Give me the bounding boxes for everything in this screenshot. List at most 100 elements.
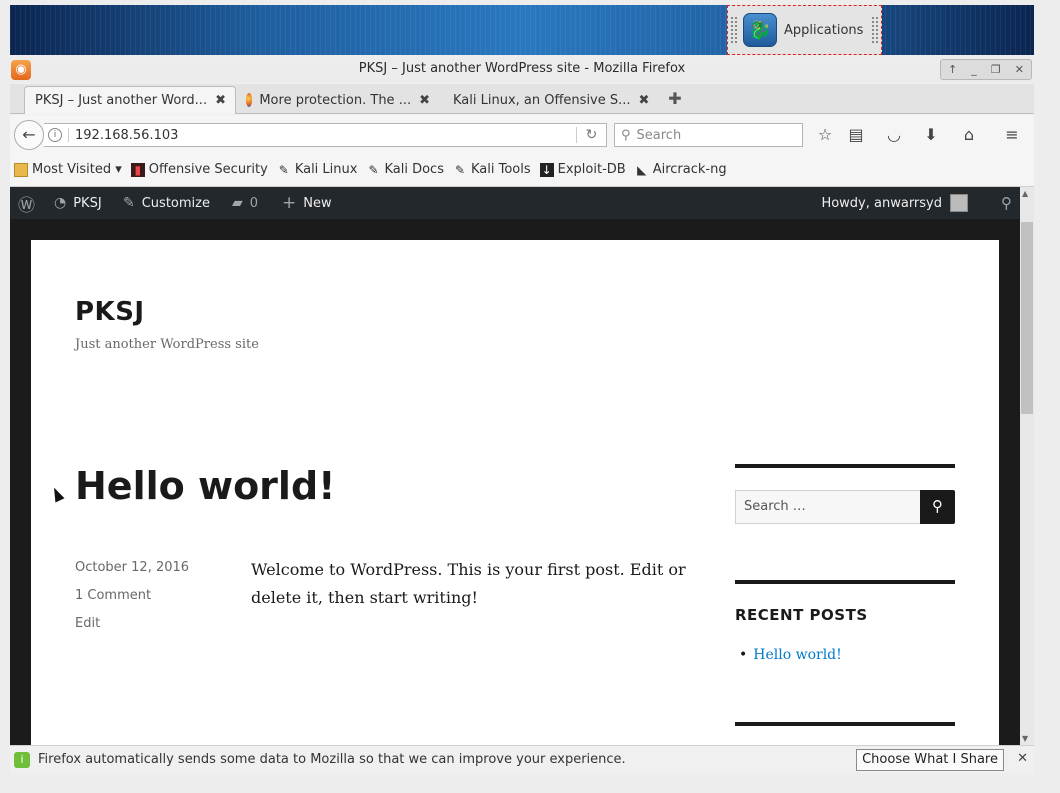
notification-bar: i Firefox automatically sends some data … [10, 745, 1034, 773]
bookmark-exploit-db[interactable]: ↓ Exploit-DB [539, 162, 626, 177]
wp-new-link[interactable]: + New [282, 187, 332, 219]
tab-close-icon[interactable]: ✖ [411, 93, 430, 108]
bookmark-label: Offensive Security [148, 162, 268, 177]
wp-customize-link[interactable]: ✎ Customize [123, 187, 210, 219]
window-titlebar: PKSJ – Just another WordPress site - Moz… [10, 57, 1034, 83]
recent-posts-heading: RECENT POSTS [735, 606, 868, 624]
page-viewport: Ⓦ ◔ PKSJ ✎ Customize ▰ 0 + New Howdy, an… [10, 187, 1020, 745]
bookmark-star-icon[interactable]: ☆ [814, 124, 836, 146]
bookmark-label: Most Visited ▾ [32, 162, 122, 177]
brush-icon: ✎ [123, 195, 135, 211]
applications-label: Applications [784, 22, 864, 38]
post-date[interactable]: October 12, 2016 [75, 560, 189, 575]
wp-account-menu[interactable]: Howdy, anwarrsyd [821, 187, 968, 219]
wp-comments-link[interactable]: ▰ 0 [232, 187, 258, 219]
comment-icon: ▰ [232, 195, 243, 211]
new-tab-icon[interactable]: ✚ [665, 88, 685, 110]
post-title[interactable]: Hello world! [75, 464, 335, 508]
bookmark-kali-tools[interactable]: ✎ Kali Tools [453, 162, 531, 177]
site-title[interactable]: PKSJ [75, 297, 145, 327]
wordpress-logo-icon[interactable]: Ⓦ [18, 187, 35, 219]
panel-grip [731, 17, 737, 43]
bullet-icon: • [739, 647, 748, 663]
kali-icon: ✎ [278, 162, 289, 177]
dashboard-icon: ◔ [54, 195, 67, 211]
bookmark-offensive-security[interactable]: ▮ Offensive Security [130, 162, 268, 177]
tab-close-icon[interactable]: ✖ [631, 93, 650, 108]
scroll-down-icon[interactable]: ▼ [1022, 734, 1028, 743]
bookmark-most-visited[interactable]: Most Visited ▾ [14, 162, 122, 177]
tab-pksj[interactable]: PKSJ – Just another Word... ✖ [24, 86, 236, 114]
kali-dragon-icon: 🐉 [743, 13, 777, 47]
downloads-icon[interactable]: ⬇ [920, 124, 942, 146]
wp-admin-bar: Ⓦ ◔ PKSJ ✎ Customize ▰ 0 + New Howdy, an… [10, 187, 1020, 219]
navigation-toolbar: ← i 192.168.56.103 ↻ ⚲ Search ☆ ▤ ◡ ⬇ ⌂ … [10, 115, 1034, 153]
search-submit-button[interactable]: ⚲ [920, 490, 955, 524]
bookmark-aircrack-ng[interactable]: ◣ Aircrack-ng [635, 162, 727, 177]
reading-list-icon[interactable]: ▤ [845, 124, 867, 146]
wp-site-link[interactable]: ◔ PKSJ [54, 187, 102, 219]
url-text[interactable]: 192.168.56.103 [75, 128, 178, 143]
menu-icon[interactable]: ≡ [1001, 124, 1023, 146]
bookmark-label: Exploit-DB [557, 162, 626, 177]
back-button[interactable]: ← [14, 120, 44, 150]
firefox-favicon-icon [246, 93, 253, 107]
bookmark-label: Kali Tools [470, 162, 531, 177]
search-icon: ⚲ [932, 497, 943, 515]
panel-grip [872, 17, 879, 43]
post-edit-link[interactable]: Edit [75, 616, 100, 631]
tab-label: More protection. The ... [259, 92, 412, 108]
notification-text: Firefox automatically sends some data to… [38, 752, 626, 767]
widget-divider [735, 722, 955, 726]
search-icon: ⚲ [621, 127, 631, 143]
site-info-icon[interactable]: i [48, 128, 62, 142]
tab-label: Kali Linux, an Offensive S... [453, 92, 631, 108]
tab-strip: PKSJ – Just another Word... ✖ More prote… [10, 84, 1034, 114]
pocket-icon[interactable]: ◡ [883, 124, 905, 146]
home-icon[interactable]: ⌂ [958, 124, 980, 146]
sidebar-search-input[interactable]: Search … [735, 490, 921, 524]
recent-post-link[interactable]: Hello world! [753, 647, 842, 663]
bookmark-label: Aircrack-ng [652, 162, 727, 177]
bookmarks-toolbar: Most Visited ▾ ▮ Offensive Security ✎ Ka… [10, 153, 1034, 187]
kali-icon: ✎ [368, 162, 379, 177]
avatar [950, 194, 968, 212]
window-close-icon[interactable]: ✕ [1015, 63, 1024, 76]
scroll-thumb[interactable] [1021, 222, 1033, 414]
post-content: Welcome to WordPress. This is your first… [251, 560, 686, 607]
recent-post-item[interactable]: • Hello world! [739, 647, 842, 663]
window-maximize-icon[interactable]: ❐ [991, 63, 1001, 76]
wp-new-label: New [303, 195, 332, 211]
bookmark-label: Kali Docs [384, 162, 444, 177]
tab-label: PKSJ – Just another Word... [35, 93, 208, 108]
search-input[interactable]: ⚲ Search [614, 123, 803, 147]
tab-kali-linux[interactable]: Kali Linux, an Offensive S... ✖ [443, 86, 651, 114]
bookmark-kali-linux[interactable]: ✎ Kali Linux [277, 162, 358, 177]
notification-close-icon[interactable]: ✕ [1017, 751, 1028, 766]
bookmark-label: Kali Linux [294, 162, 358, 177]
tab-close-icon[interactable]: ✖ [207, 93, 226, 108]
firefox-window: PKSJ – Just another WordPress site - Moz… [10, 57, 1034, 773]
aircrack-icon: ◣ [637, 162, 647, 177]
firefox-icon[interactable]: ◉ [11, 60, 31, 80]
wp-howdy-label: Howdy, anwarrsyd [821, 195, 942, 211]
scroll-up-icon[interactable]: ▲ [1022, 189, 1028, 198]
site-description: Just another WordPress site [75, 337, 259, 352]
wp-comments-count: 0 [249, 195, 259, 211]
info-icon: i [14, 751, 30, 768]
url-bar[interactable]: i 192.168.56.103 ↻ [44, 123, 607, 147]
widget-divider [735, 580, 955, 584]
post-comments-link[interactable]: 1 Comment [75, 588, 151, 603]
exploitdb-icon: ↓ [539, 162, 554, 177]
window-shade-icon[interactable]: ↑ [948, 63, 957, 76]
wp-search-icon[interactable]: ⚲ [1001, 187, 1012, 219]
page-scrollbar[interactable]: ▲ ▼ [1020, 187, 1034, 745]
reload-icon[interactable]: ↻ [576, 127, 606, 143]
tab-firefox-protection[interactable]: More protection. The ... ✖ [236, 86, 440, 114]
site-container: PKSJ Just another WordPress site Hello w… [31, 240, 999, 745]
search-placeholder: Search [636, 127, 682, 143]
applications-launcher[interactable]: 🐉 Applications [727, 5, 882, 55]
choose-what-i-share-button[interactable]: Choose What I Share [856, 749, 1004, 771]
bookmark-kali-docs[interactable]: ✎ Kali Docs [366, 162, 444, 177]
window-minimize-icon[interactable]: _ [971, 63, 977, 76]
